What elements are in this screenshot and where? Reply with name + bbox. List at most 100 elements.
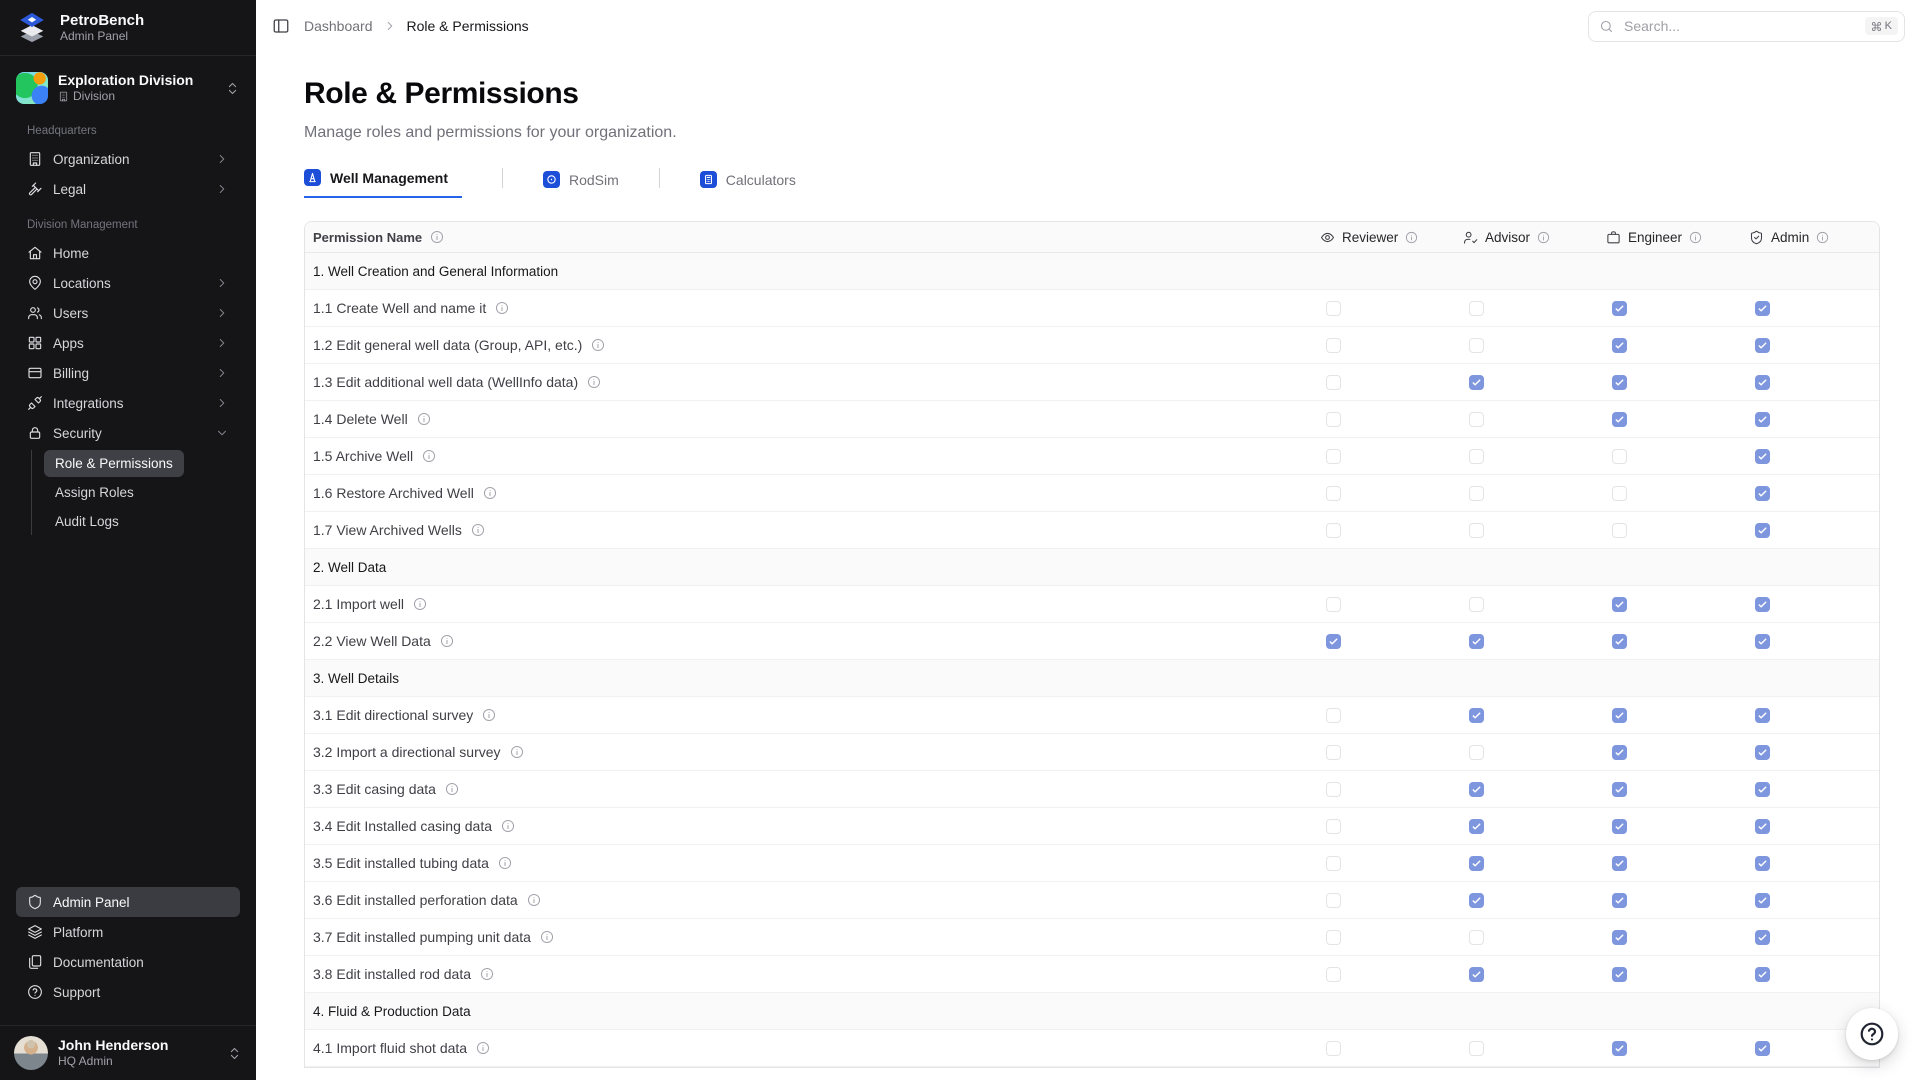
- help-button[interactable]: [1846, 1008, 1898, 1060]
- checkbox-advisor[interactable]: [1469, 893, 1484, 908]
- info-icon[interactable]: [483, 486, 497, 500]
- checkbox-reviewer[interactable]: [1326, 634, 1341, 649]
- info-icon[interactable]: [495, 301, 509, 315]
- checkbox-admin[interactable]: [1755, 375, 1770, 390]
- checkbox-admin[interactable]: [1755, 338, 1770, 353]
- checkbox-admin[interactable]: [1755, 967, 1770, 982]
- info-icon[interactable]: [587, 375, 601, 389]
- checkbox-admin[interactable]: [1755, 856, 1770, 871]
- info-icon[interactable]: [1689, 231, 1702, 244]
- info-icon[interactable]: [591, 338, 605, 352]
- info-icon[interactable]: [540, 930, 554, 944]
- checkbox-advisor[interactable]: [1469, 856, 1484, 871]
- checkbox-engineer[interactable]: [1612, 412, 1627, 427]
- info-icon[interactable]: [1816, 231, 1829, 244]
- checkbox-advisor[interactable]: [1469, 597, 1484, 612]
- info-icon[interactable]: [417, 412, 431, 426]
- tab-well-management[interactable]: Well Management: [304, 169, 462, 198]
- info-icon[interactable]: [482, 708, 496, 722]
- checkbox-admin[interactable]: [1755, 782, 1770, 797]
- checkbox-reviewer[interactable]: [1326, 486, 1341, 501]
- checkbox-advisor[interactable]: [1469, 634, 1484, 649]
- checkbox-advisor[interactable]: [1469, 338, 1484, 353]
- checkbox-advisor[interactable]: [1469, 449, 1484, 464]
- checkbox-engineer[interactable]: [1612, 523, 1627, 538]
- sidebar-item-support[interactable]: Support: [16, 977, 240, 1007]
- info-icon[interactable]: [445, 782, 459, 796]
- checkbox-engineer[interactable]: [1612, 930, 1627, 945]
- checkbox-engineer[interactable]: [1612, 449, 1627, 464]
- sidebar-item-legal[interactable]: Legal: [16, 174, 240, 204]
- checkbox-reviewer[interactable]: [1326, 449, 1341, 464]
- checkbox-reviewer[interactable]: [1326, 338, 1341, 353]
- checkbox-reviewer[interactable]: [1326, 893, 1341, 908]
- sidebar-subitem-audit-logs[interactable]: Audit Logs: [44, 508, 130, 535]
- checkbox-engineer[interactable]: [1612, 597, 1627, 612]
- search-box[interactable]: K: [1588, 11, 1905, 42]
- checkbox-admin[interactable]: [1755, 745, 1770, 760]
- sidebar-item-locations[interactable]: Locations: [16, 268, 240, 298]
- info-icon[interactable]: [440, 634, 454, 648]
- info-icon[interactable]: [413, 597, 427, 611]
- sidebar-subitem-assign-roles[interactable]: Assign Roles: [44, 479, 145, 506]
- checkbox-engineer[interactable]: [1612, 301, 1627, 316]
- checkbox-engineer[interactable]: [1612, 708, 1627, 723]
- checkbox-admin[interactable]: [1755, 819, 1770, 834]
- checkbox-advisor[interactable]: [1469, 819, 1484, 834]
- sidebar-toggle-icon[interactable]: [272, 17, 290, 35]
- checkbox-admin[interactable]: [1755, 930, 1770, 945]
- sidebar-item-apps[interactable]: Apps: [16, 328, 240, 358]
- sidebar-item-billing[interactable]: Billing: [16, 358, 240, 388]
- checkbox-reviewer[interactable]: [1326, 745, 1341, 760]
- checkbox-advisor[interactable]: [1469, 745, 1484, 760]
- sidebar-item-admin-panel[interactable]: Admin Panel: [16, 887, 240, 917]
- info-icon[interactable]: [471, 523, 485, 537]
- checkbox-reviewer[interactable]: [1326, 782, 1341, 797]
- checkbox-admin[interactable]: [1755, 634, 1770, 649]
- search-input[interactable]: [1622, 17, 1857, 35]
- checkbox-admin[interactable]: [1755, 449, 1770, 464]
- checkbox-admin[interactable]: [1755, 708, 1770, 723]
- checkbox-reviewer[interactable]: [1326, 301, 1341, 316]
- info-icon[interactable]: [1537, 231, 1550, 244]
- checkbox-engineer[interactable]: [1612, 634, 1627, 649]
- checkbox-engineer[interactable]: [1612, 338, 1627, 353]
- info-icon[interactable]: [501, 819, 515, 833]
- checkbox-reviewer[interactable]: [1326, 597, 1341, 612]
- checkbox-engineer[interactable]: [1612, 819, 1627, 834]
- info-icon[interactable]: [498, 856, 512, 870]
- checkbox-advisor[interactable]: [1469, 301, 1484, 316]
- checkbox-reviewer[interactable]: [1326, 1041, 1341, 1056]
- checkbox-advisor[interactable]: [1469, 967, 1484, 982]
- checkbox-admin[interactable]: [1755, 301, 1770, 316]
- info-icon[interactable]: [1405, 231, 1418, 244]
- sidebar-item-users[interactable]: Users: [16, 298, 240, 328]
- sidebar-subitem-role-permissions[interactable]: Role & Permissions: [44, 450, 184, 477]
- checkbox-engineer[interactable]: [1612, 1041, 1627, 1056]
- info-icon[interactable]: [527, 893, 541, 907]
- checkbox-engineer[interactable]: [1612, 967, 1627, 982]
- checkbox-admin[interactable]: [1755, 597, 1770, 612]
- checkbox-admin[interactable]: [1755, 412, 1770, 427]
- checkbox-advisor[interactable]: [1469, 412, 1484, 427]
- sidebar-item-integrations[interactable]: Integrations: [16, 388, 240, 418]
- checkbox-engineer[interactable]: [1612, 856, 1627, 871]
- checkbox-engineer[interactable]: [1612, 745, 1627, 760]
- checkbox-engineer[interactable]: [1612, 782, 1627, 797]
- sidebar-item-organization[interactable]: Organization: [16, 144, 240, 174]
- breadcrumb-dashboard[interactable]: Dashboard: [304, 18, 373, 34]
- checkbox-reviewer[interactable]: [1326, 930, 1341, 945]
- workspace-switcher[interactable]: Exploration Division Division: [8, 66, 248, 110]
- info-icon[interactable]: [510, 745, 524, 759]
- sidebar-item-security[interactable]: Security: [16, 418, 240, 448]
- checkbox-reviewer[interactable]: [1326, 523, 1341, 538]
- checkbox-admin[interactable]: [1755, 486, 1770, 501]
- checkbox-advisor[interactable]: [1469, 523, 1484, 538]
- checkbox-admin[interactable]: [1755, 1041, 1770, 1056]
- checkbox-reviewer[interactable]: [1326, 412, 1341, 427]
- checkbox-advisor[interactable]: [1469, 930, 1484, 945]
- checkbox-advisor[interactable]: [1469, 486, 1484, 501]
- checkbox-advisor[interactable]: [1469, 375, 1484, 390]
- checkbox-engineer[interactable]: [1612, 893, 1627, 908]
- checkbox-engineer[interactable]: [1612, 375, 1627, 390]
